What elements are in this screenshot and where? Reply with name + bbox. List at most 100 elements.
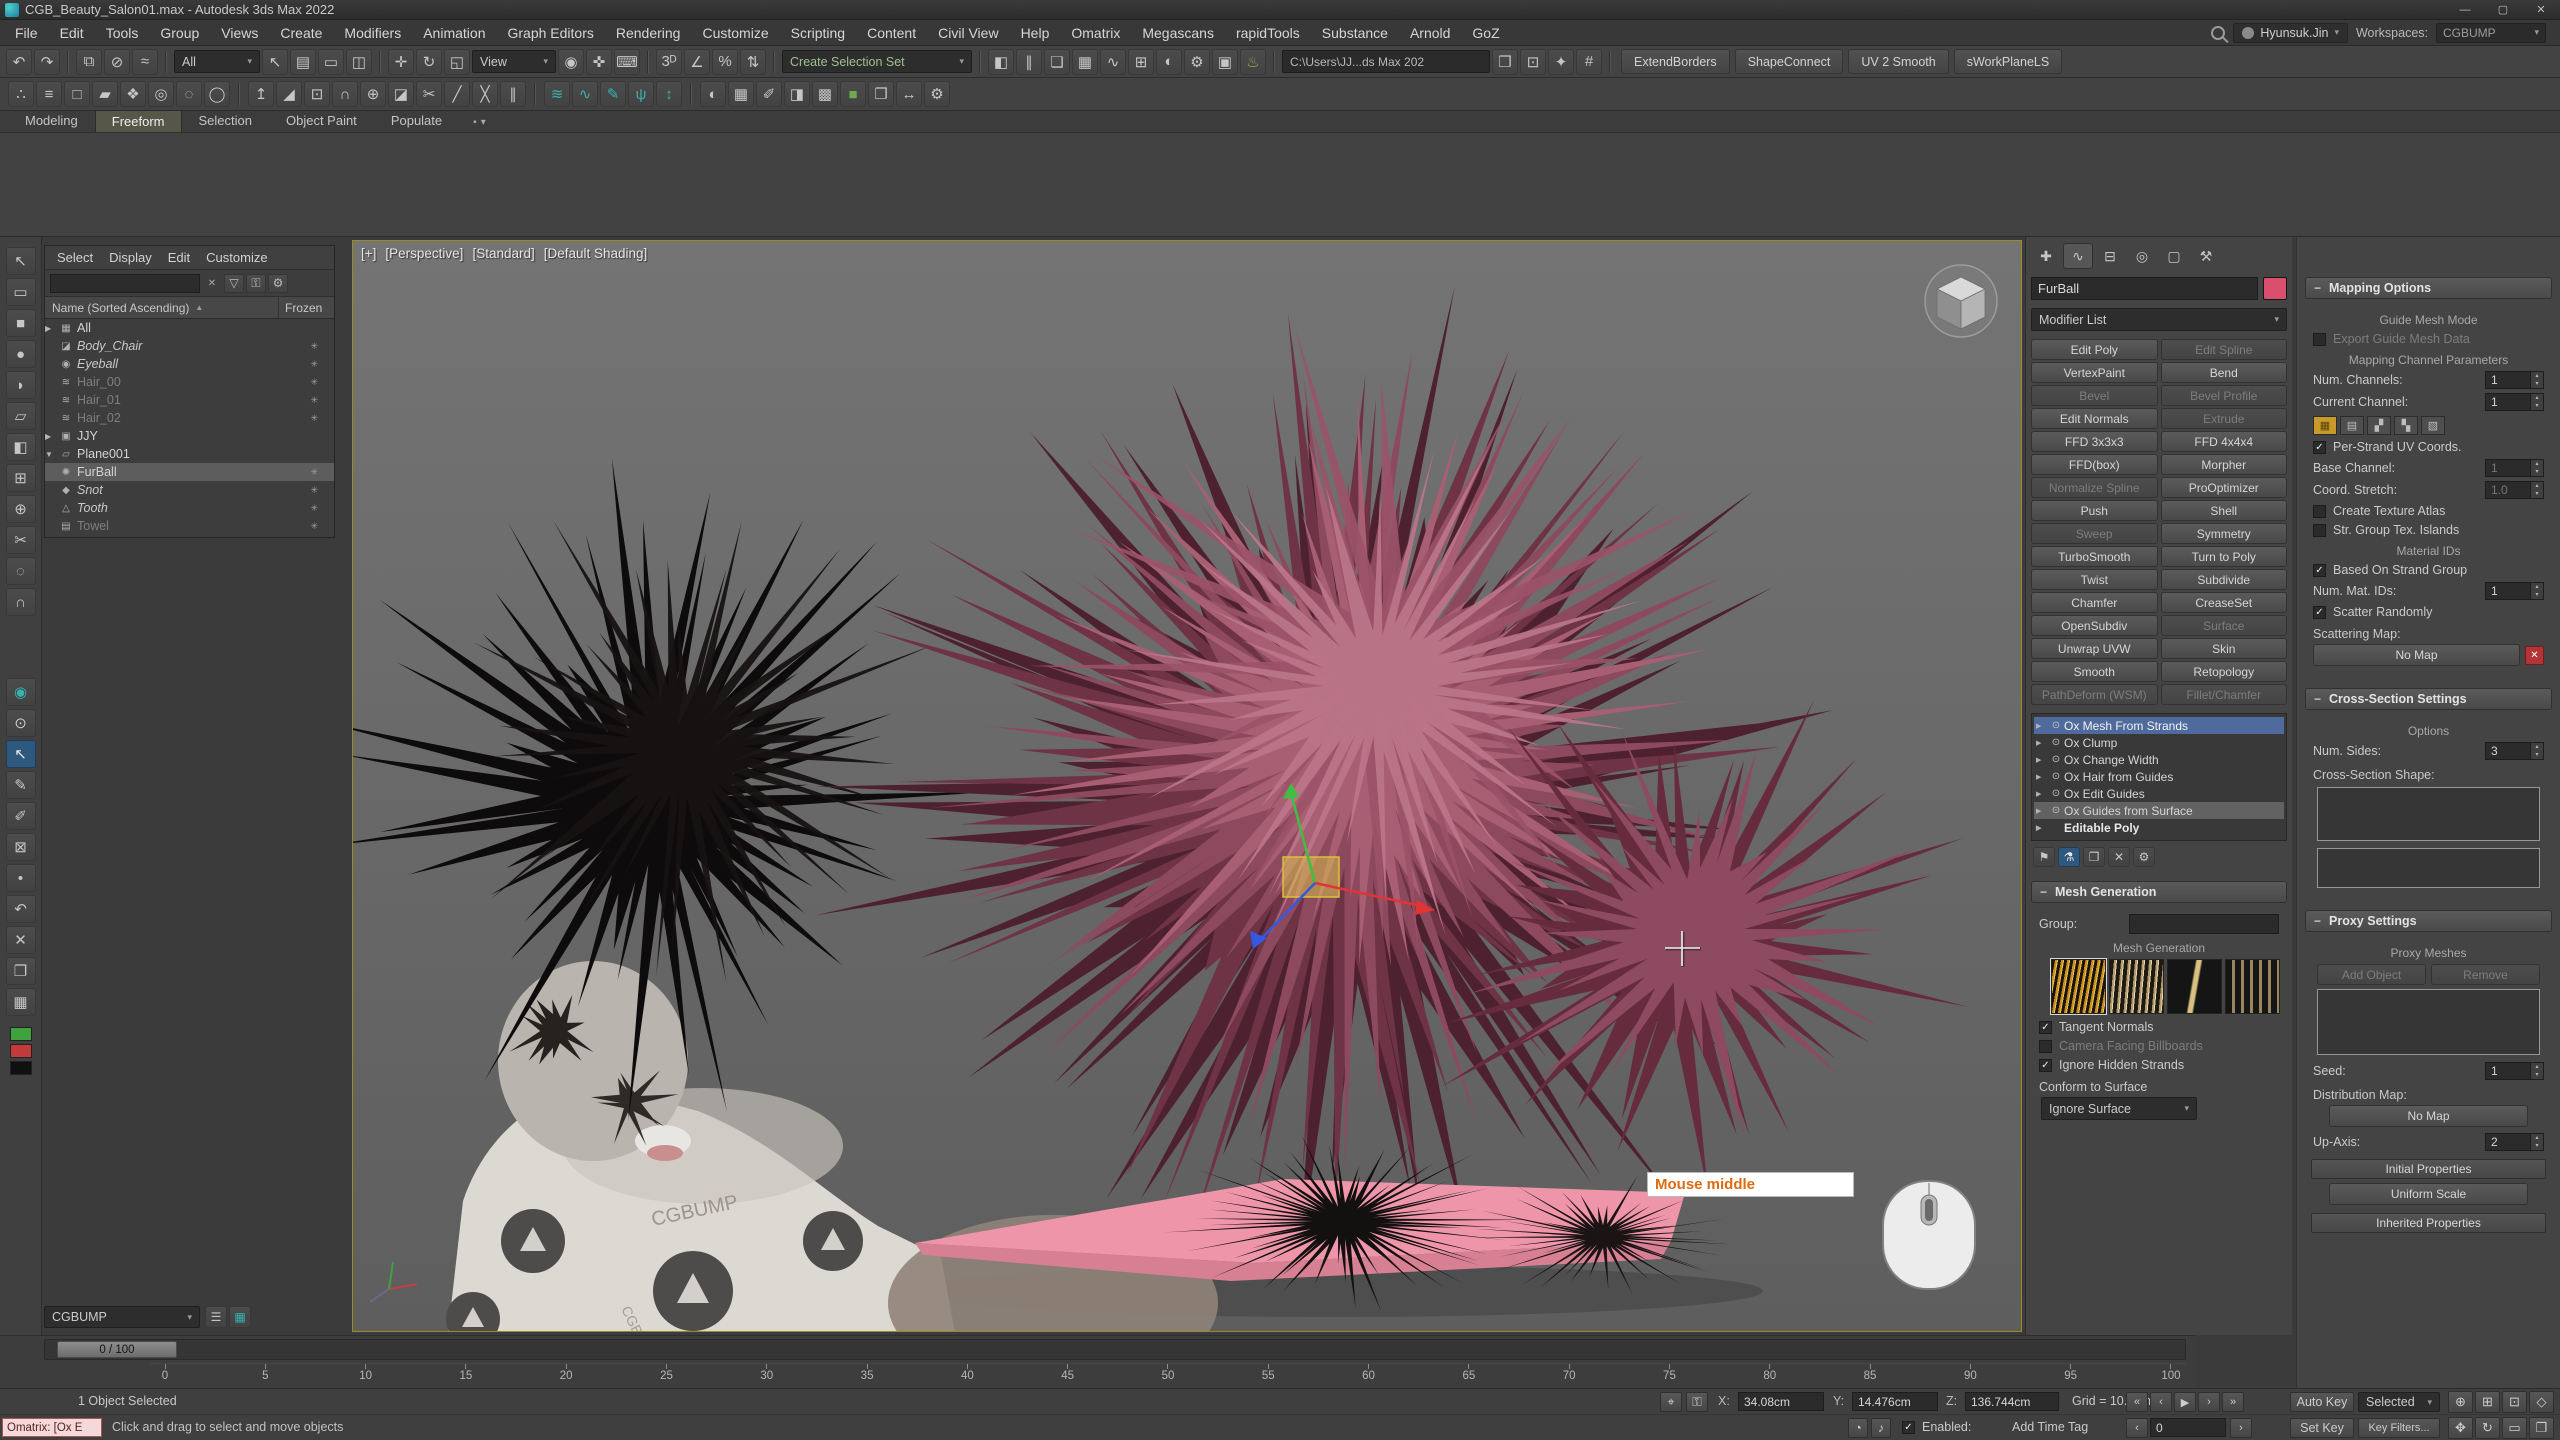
scene-object-row[interactable]: ◪ Body_Chair ✳: [45, 337, 334, 355]
modifier-stack-row[interactable]: ▶ ⊙ Ox Guides from Surface: [2034, 802, 2284, 819]
frozen-toggle-icon[interactable]: ✳: [310, 395, 318, 406]
modifier-visibility-icon[interactable]: ⊙: [2048, 788, 2064, 799]
current-frame-field[interactable]: 0: [2150, 1418, 2226, 1437]
explorer-menu-item[interactable]: Select: [49, 250, 101, 265]
selection-lock-icon[interactable]: ⚿: [1686, 1392, 1708, 1412]
strand-preview-1[interactable]: [2051, 959, 2106, 1014]
scene-object-row[interactable]: ▼ ▱ Plane001: [45, 445, 334, 463]
zoom-region-icon[interactable]: ▭: [2502, 1417, 2527, 1439]
viewport-label[interactable]: [Default Shading]: [544, 246, 648, 261]
modifier-button[interactable]: Normalize Spline: [2031, 477, 2158, 498]
strip-mirror-icon[interactable]: ◧: [6, 433, 36, 461]
viewport-3d-scene[interactable]: CGBUMP CGBUMP: [353, 241, 2021, 1331]
visibility-eye-icon[interactable]: ⊙: [6, 709, 36, 737]
checkbox-row[interactable]: ✓ Tangent Normals: [2039, 1020, 2279, 1034]
maximize-button[interactable]: ▢: [2484, 0, 2522, 19]
menu-item[interactable]: Content: [856, 25, 927, 41]
measure-icon[interactable]: ↔: [896, 81, 922, 107]
snapshot-mesh-icon[interactable]: ❐: [868, 81, 894, 107]
rendered-frame-window-icon[interactable]: ▣: [1212, 49, 1238, 75]
frozen-toggle-icon[interactable]: ✳: [310, 503, 318, 514]
menu-item[interactable]: Help: [1010, 25, 1061, 41]
checkbox[interactable]: ✓: [2039, 1021, 2052, 1034]
checkbox-row[interactable]: ✓ Camera Facing Billboards: [2039, 1039, 2279, 1053]
add-time-tag[interactable]: Add Time Tag: [2012, 1420, 2088, 1434]
checkbox[interactable]: ✓: [2039, 1040, 2052, 1053]
select-by-name-icon[interactable]: ▤: [290, 49, 316, 75]
pin-stack-icon[interactable]: ⚑: [2033, 847, 2055, 867]
custom-script-button[interactable]: ShapeConnect: [1735, 49, 1844, 74]
go-to-start-button[interactable]: «: [2126, 1392, 2148, 1412]
make-unique-icon[interactable]: ❐: [2083, 847, 2105, 867]
initial-properties-header[interactable]: Initial Properties: [2311, 1159, 2546, 1179]
chamfer-icon[interactable]: ◪: [388, 81, 414, 107]
frozen-toggle-icon[interactable]: ✳: [310, 341, 318, 352]
workplane-icon[interactable]: #: [1576, 49, 1602, 75]
menu-item[interactable]: Arnold: [1399, 25, 1461, 41]
strip-cut-icon[interactable]: ✂: [6, 526, 36, 554]
pan-icon[interactable]: ✥: [2448, 1417, 2473, 1439]
gizmo-plane-handle[interactable]: [1283, 857, 1339, 897]
orbit-icon[interactable]: ↻: [2475, 1417, 2500, 1439]
redo-icon[interactable]: ↷: [34, 49, 60, 75]
explorer-column-header[interactable]: Name (Sorted Ascending)▲ Frozen: [45, 297, 334, 319]
user-account-button[interactable]: Hyunsuk.Jin ▾: [2233, 23, 2348, 43]
brush-tool-icon[interactable]: ✐: [6, 802, 36, 830]
border-mode-icon[interactable]: □: [64, 81, 90, 107]
strip-plane-icon[interactable]: ▱: [6, 402, 36, 430]
zoom-all-icon[interactable]: ⊞: [2475, 1391, 2500, 1413]
display-tab-icon[interactable]: ▢: [2159, 243, 2189, 269]
bevel-icon[interactable]: ◢: [276, 81, 302, 107]
viewport-label[interactable]: [Standard]: [472, 246, 534, 261]
scene-object-row[interactable]: ▶ ▦ All: [45, 319, 334, 337]
custom-script-button[interactable]: UV 2 Smooth: [1848, 49, 1948, 74]
based-on-strand-group-checkbox[interactable]: ✓ Based On Strand Group: [2313, 563, 2544, 577]
ornatrix-hair-icon[interactable]: ≋: [544, 81, 570, 107]
select-and-link-icon[interactable]: ⧉: [76, 49, 102, 75]
cut-icon[interactable]: ✂: [416, 81, 442, 107]
expand-arrow-icon[interactable]: ▶: [45, 432, 58, 441]
scene-object-row[interactable]: ≋ Hair_00 ✳: [45, 373, 334, 391]
modifier-button[interactable]: Turn to Poly: [2161, 546, 2288, 567]
workspace-dropdown[interactable]: CGBUMP ▾: [2436, 23, 2546, 43]
explorer-menu-item[interactable]: Edit: [160, 250, 198, 265]
expand-arrow-icon[interactable]: ▶: [2036, 824, 2048, 832]
previous-key-button[interactable]: ‹: [2126, 1418, 2148, 1438]
modifier-list-dropdown[interactable]: Modifier List▾: [2031, 308, 2287, 331]
uv-editor-icon[interactable]: ▦: [728, 81, 754, 107]
filter-icon[interactable]: ▽: [224, 274, 244, 293]
modifier-visibility-icon[interactable]: ⊙: [2048, 771, 2064, 782]
modifier-button[interactable]: Edit Poly: [2031, 339, 2158, 360]
set-key-button[interactable]: Set Key: [2290, 1418, 2354, 1438]
select-and-manipulate-icon[interactable]: ✜: [586, 49, 612, 75]
frozen-toggle-icon[interactable]: ✳: [310, 521, 318, 532]
menu-item[interactable]: Animation: [412, 25, 496, 41]
menu-item[interactable]: Civil View: [927, 25, 1009, 41]
modifier-button[interactable]: Fillet/Chamfer: [2161, 684, 2288, 705]
zoom-extents-icon[interactable]: ⊡: [2502, 1391, 2527, 1413]
strip-marquee-icon[interactable]: ▭: [6, 278, 36, 306]
checkbox[interactable]: ✓: [2313, 564, 2326, 577]
render-production-icon[interactable]: ♨: [1240, 49, 1266, 75]
menu-item[interactable]: Views: [210, 25, 269, 41]
explorer-search-input[interactable]: [50, 274, 200, 293]
ornatrix-guides-icon[interactable]: ∿: [572, 81, 598, 107]
auto-key-button[interactable]: Auto Key: [2290, 1392, 2354, 1412]
modifier-button[interactable]: CreaseSet: [2161, 592, 2288, 613]
expand-arrow-icon[interactable]: ▶: [2036, 739, 2048, 747]
rectangular-selection-region-icon[interactable]: ▭: [318, 49, 344, 75]
viewport-label[interactable]: [Perspective]: [385, 246, 463, 261]
strip-select-icon[interactable]: ↖: [6, 247, 36, 275]
key-mode-dropdown[interactable]: Selected▾: [2358, 1392, 2440, 1412]
snapshot-icon[interactable]: ✦: [1548, 49, 1574, 75]
menu-item[interactable]: Create: [269, 25, 333, 41]
ring-select-icon[interactable]: ◯: [204, 81, 230, 107]
time-config-icon[interactable]: ◔: [1848, 1418, 1868, 1438]
toolbar-settings-icon[interactable]: ⚙: [924, 81, 950, 107]
strip-grid-icon[interactable]: ▦: [6, 988, 36, 1016]
select-and-move-icon[interactable]: ✛: [388, 49, 414, 75]
modifier-button[interactable]: Symmetry: [2161, 523, 2288, 544]
modifier-button[interactable]: Shell: [2161, 500, 2288, 521]
conform-surface-dropdown[interactable]: Ignore Surface▾: [2041, 1097, 2197, 1120]
open-folder-icon[interactable]: ❒: [1492, 49, 1518, 75]
